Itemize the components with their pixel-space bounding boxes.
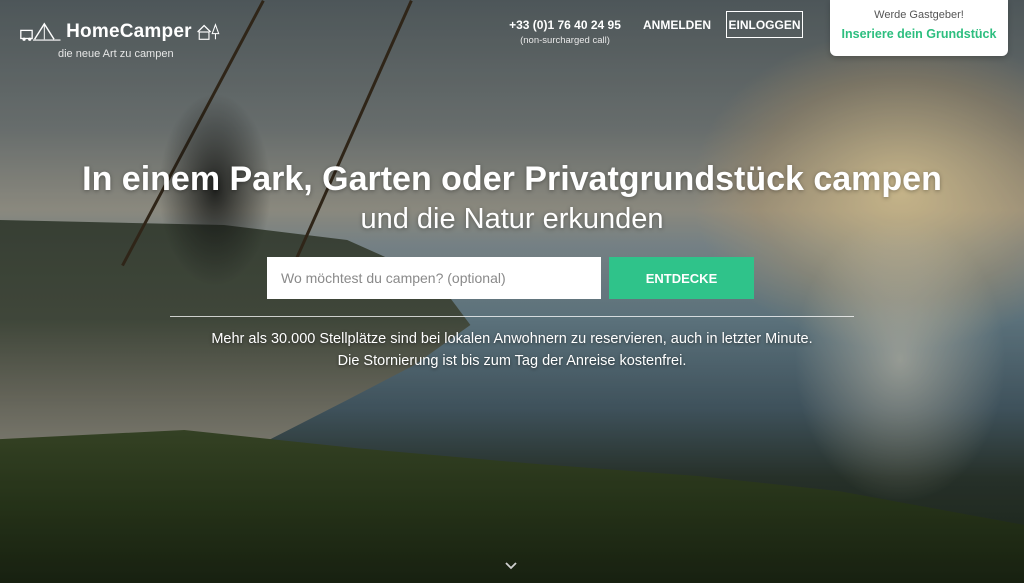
search-input[interactable] [267,257,601,299]
info-line-1: Mehr als 30.000 Stellplätze sind bei lok… [211,331,813,347]
list-property-link[interactable]: Inseriere dein Grundstück [830,27,1008,41]
register-link[interactable]: ANMELDEN [643,18,711,32]
brand-logo[interactable]: HomeCamper die neue Art zu campen [20,18,220,60]
brand-tagline: die neue Art zu campen [58,48,174,60]
phone-contact[interactable]: +33 (0)1 76 40 24 95 (non-surcharged cal… [505,18,625,46]
login-button[interactable]: EINLOGGEN [726,11,803,38]
phone-note: (non-surcharged call) [520,35,610,46]
hero-headline: In einem Park, Garten oder Privatgrundst… [82,160,942,198]
phone-number[interactable]: +33 (0)1 76 40 24 95 [505,18,625,32]
hero-info: Mehr als 30.000 Stellplätze sind bei lok… [0,328,1024,372]
host-question: Werde Gastgeber! [874,9,964,21]
host-card: Werde Gastgeber! Inseriere dein Grundstü… [830,0,1008,56]
info-line-2: Die Stornierung ist bis zum Tag der Anre… [337,353,687,369]
discover-button[interactable]: ENTDECKE [609,257,754,299]
chevron-down-icon[interactable] [504,559,518,573]
brand-name: HomeCamper [66,21,192,42]
house-tree-icon [196,23,220,40]
hero-divider [170,316,854,317]
camper-tent-house-icon [20,22,61,41]
hero-subline: und die Natur erkunden [360,203,664,235]
